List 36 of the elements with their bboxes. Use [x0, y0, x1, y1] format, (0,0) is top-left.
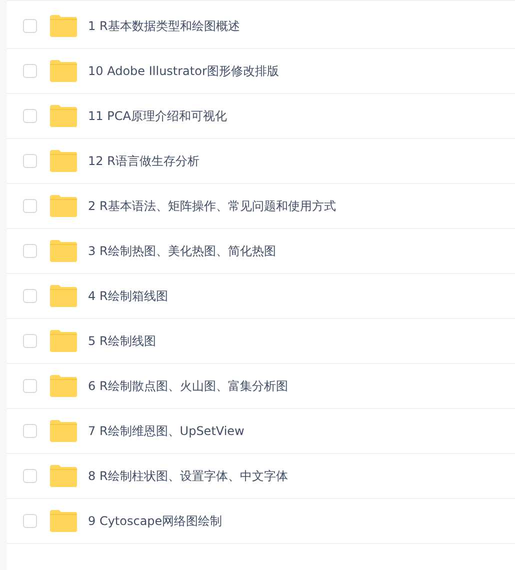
folder-name[interactable]: 6 R绘制散点图、火山图、富集分析图 [88, 377, 288, 395]
checkbox[interactable] [23, 289, 37, 303]
folder-name[interactable]: 2 R基本语法、矩阵操作、常见问题和使用方式 [88, 197, 336, 215]
folder-icon [50, 375, 77, 397]
checkbox[interactable] [23, 379, 37, 393]
folder-name[interactable]: 7 R绘制维恩图、UpSetView [88, 422, 244, 440]
folder-icon [50, 465, 77, 487]
folder-icon [50, 105, 77, 127]
folder-icon [50, 285, 77, 307]
checkbox[interactable] [23, 19, 37, 33]
checkbox[interactable] [23, 424, 37, 438]
folder-icon [50, 150, 77, 172]
folder-icon [50, 420, 77, 442]
checkbox[interactable] [23, 109, 37, 123]
folder-name[interactable]: 5 R绘制线图 [88, 332, 156, 350]
checkbox[interactable] [23, 154, 37, 168]
folder-icon [50, 510, 77, 532]
folder-name[interactable]: 12 R语言做生存分析 [88, 152, 200, 170]
folder-icon [50, 60, 77, 82]
folder-name[interactable]: 1 R基本数据类型和绘图概述 [88, 17, 240, 35]
folder-name[interactable]: 8 R绘制柱状图、设置字体、中文字体 [88, 467, 288, 485]
checkbox[interactable] [23, 334, 37, 348]
checkbox[interactable] [23, 64, 37, 78]
checkbox[interactable] [23, 469, 37, 483]
folder-icon [50, 195, 77, 217]
checkbox[interactable] [23, 199, 37, 213]
checkbox[interactable] [23, 244, 37, 258]
folder-icon [50, 330, 77, 352]
folder-name[interactable]: 11 PCA原理介绍和可视化 [88, 107, 227, 125]
checkbox[interactable] [23, 514, 37, 528]
folder-name[interactable]: 9 Cytoscape网络图绘制 [88, 512, 222, 530]
folder-name[interactable]: 10 Adobe Illustrator图形修改排版 [88, 62, 279, 80]
folder-name[interactable]: 3 R绘制热图、美化热图、简化热图 [88, 242, 276, 260]
folder-icon [50, 15, 77, 37]
folder-name[interactable]: 4 R绘制箱线图 [88, 287, 168, 305]
folder-icon [50, 240, 77, 262]
